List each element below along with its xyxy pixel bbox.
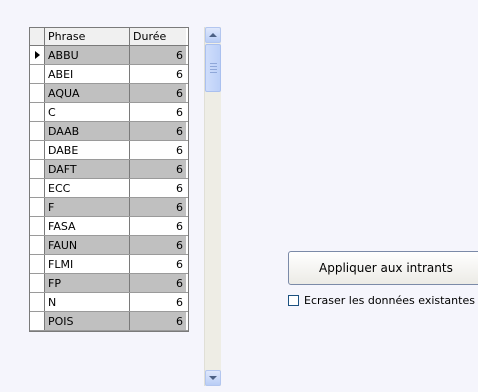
phrase-cell[interactable]: N: [45, 293, 130, 311]
table-row[interactable]: POIS 6: [30, 312, 188, 331]
overwrite-label: Ecraser les données existantes: [304, 294, 475, 307]
column-header-duree[interactable]: Durée: [130, 28, 186, 45]
scrollbar-thumb[interactable]: [205, 44, 221, 92]
duree-cell[interactable]: 6: [130, 293, 186, 311]
phrase-cell[interactable]: FASA: [45, 217, 130, 235]
duree-cell[interactable]: 6: [130, 160, 186, 178]
row-indicator[interactable]: [30, 236, 45, 254]
duree-cell[interactable]: 6: [130, 179, 186, 197]
duree-cell[interactable]: 6: [130, 46, 186, 64]
duree-cell[interactable]: 6: [130, 236, 186, 254]
table-row[interactable]: AQUA 6: [30, 84, 188, 103]
arrow-down-icon: [209, 376, 217, 380]
scroll-down-button[interactable]: [205, 370, 221, 386]
row-indicator[interactable]: [30, 274, 45, 292]
duree-cell[interactable]: 6: [130, 198, 186, 216]
phrase-cell[interactable]: ABBU: [45, 46, 130, 64]
row-indicator[interactable]: [30, 65, 45, 83]
row-indicator[interactable]: [30, 217, 45, 235]
phrase-cell[interactable]: DABE: [45, 141, 130, 159]
phrase-cell[interactable]: DAFT: [45, 160, 130, 178]
duree-cell[interactable]: 6: [130, 65, 186, 83]
phrase-cell[interactable]: C: [45, 103, 130, 121]
row-indicator[interactable]: [30, 198, 45, 216]
phrase-cell[interactable]: AQUA: [45, 84, 130, 102]
grid-header: Phrase Durée: [30, 28, 188, 46]
overwrite-existing-data-option[interactable]: Ecraser les données existantes: [288, 294, 475, 307]
current-row-pointer-icon: [34, 51, 40, 59]
row-indicator[interactable]: [30, 293, 45, 311]
phrase-cell[interactable]: ECC: [45, 179, 130, 197]
table-row[interactable]: C6: [30, 103, 188, 122]
duree-cell[interactable]: 6: [130, 84, 186, 102]
phrase-cell[interactable]: ABEI: [45, 65, 130, 83]
row-indicator[interactable]: [30, 46, 45, 64]
row-indicator[interactable]: [30, 312, 45, 330]
table-row[interactable]: DAFT 6: [30, 160, 188, 179]
phrase-cell[interactable]: FP: [45, 274, 130, 292]
table-row[interactable]: ECC 6: [30, 179, 188, 198]
duree-cell[interactable]: 6: [130, 141, 186, 159]
arrow-up-icon: [209, 33, 217, 37]
table-row[interactable]: N6: [30, 293, 188, 312]
column-header-phrase[interactable]: Phrase: [45, 28, 130, 45]
row-indicator[interactable]: [30, 122, 45, 140]
duree-cell[interactable]: 6: [130, 255, 186, 273]
phrase-cell[interactable]: FAUN: [45, 236, 130, 254]
table-row[interactable]: DABE 6: [30, 141, 188, 160]
duree-cell[interactable]: 6: [130, 312, 186, 330]
overwrite-checkbox[interactable]: [288, 295, 299, 306]
row-indicator[interactable]: [30, 103, 45, 121]
table-row[interactable]: FAUN 6: [30, 236, 188, 255]
phrase-cell[interactable]: FLMI: [45, 255, 130, 273]
duree-cell[interactable]: 6: [130, 103, 186, 121]
grip-line: [209, 63, 217, 64]
row-indicator[interactable]: [30, 160, 45, 178]
phrase-cell[interactable]: F: [45, 198, 130, 216]
grip-line: [209, 66, 217, 67]
scroll-up-button[interactable]: [205, 27, 221, 43]
table-row[interactable]: ABEI 6: [30, 65, 188, 84]
phrase-cell[interactable]: DAAB: [45, 122, 130, 140]
grip-line: [209, 69, 217, 70]
phrase-duration-grid[interactable]: Phrase Durée ABBU 6 ABEI 6 AQUA 6 C 6 DAAB 6 DABE 6…: [29, 27, 189, 332]
row-indicator[interactable]: [30, 179, 45, 197]
row-indicator[interactable]: [30, 255, 45, 273]
apply-to-inputs-button[interactable]: Appliquer aux intrants: [288, 251, 478, 285]
table-row[interactable]: FP 6: [30, 274, 188, 293]
duree-cell[interactable]: 6: [130, 122, 186, 140]
duree-cell[interactable]: 6: [130, 217, 186, 235]
row-indicator[interactable]: [30, 141, 45, 159]
grid-body: ABBU 6 ABEI 6 AQUA 6 C 6 DAAB 6 DABE 6 DAFT 6 ECC 6 F 6 FA…: [30, 46, 188, 331]
table-row[interactable]: F6: [30, 198, 188, 217]
phrase-cell[interactable]: POIS: [45, 312, 130, 330]
table-row[interactable]: ABBU 6: [30, 46, 188, 65]
table-row[interactable]: FASA 6: [30, 217, 188, 236]
grip-line: [209, 72, 217, 73]
table-row[interactable]: DAAB 6: [30, 122, 188, 141]
duree-cell[interactable]: 6: [130, 274, 186, 292]
table-row[interactable]: FLMI 6: [30, 255, 188, 274]
row-indicator[interactable]: [30, 84, 45, 102]
grid-vertical-scrollbar[interactable]: [204, 27, 221, 386]
row-indicator-header: [30, 28, 45, 45]
